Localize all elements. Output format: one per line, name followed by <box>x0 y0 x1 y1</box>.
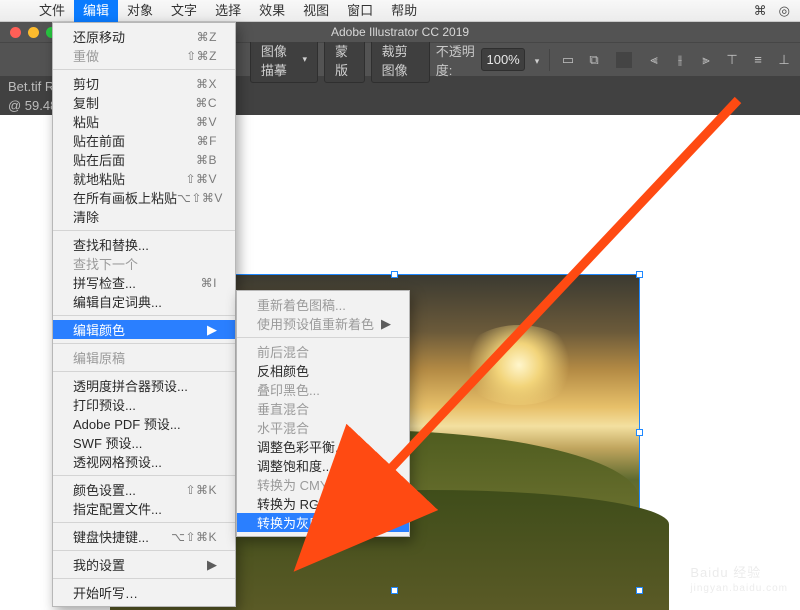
watermark: Baidu 经验 jingyan.baidu.com <box>690 557 788 594</box>
